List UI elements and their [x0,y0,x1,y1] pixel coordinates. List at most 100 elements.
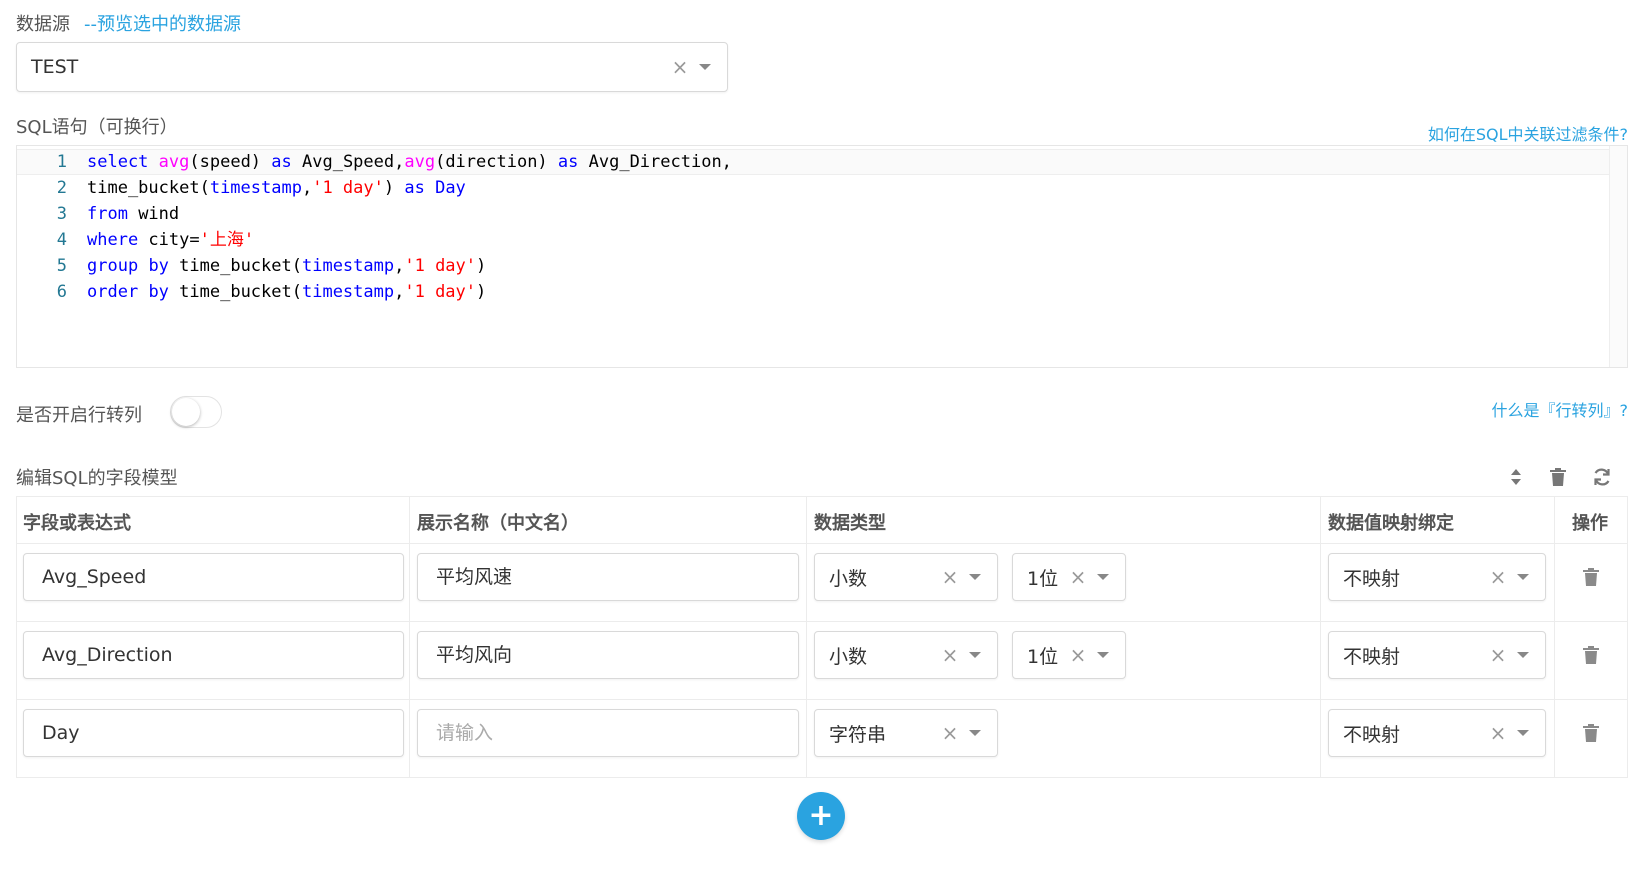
sql-filter-help-link[interactable]: 如何在SQL中关联过滤条件? [1428,121,1628,145]
code-line[interactable]: 6 order by time_bucket(timestamp,'1 day') [17,279,487,305]
sql-code-editor[interactable]: 1 select avg(speed) as Avg_Speed,avg(dire… [16,145,1628,368]
line-number: 5 [56,256,67,276]
display-name-input[interactable]: 平均风向 [417,631,799,679]
precision-select[interactable]: 1位 × [1012,631,1126,679]
code-token: city= [138,230,200,250]
line-number: 1 [56,152,67,172]
code-line[interactable]: 5 group by time_bucket(timestamp,'1 day') [17,253,487,279]
clear-icon[interactable]: × [1067,567,1089,587]
line-number: 6 [56,282,67,302]
chevron-down-icon[interactable] [1517,730,1529,736]
sql-label: SQL语句（可换行） [16,117,178,138]
code-token: time_bucket( [87,178,210,198]
sort-icon[interactable] [1504,465,1528,489]
code-token: timestamp [301,282,395,302]
clear-icon[interactable]: × [1487,645,1509,665]
code-line[interactable]: 4 where city='上海' [17,227,254,253]
code-token: Avg_Direction, [578,152,732,172]
delete-row-trash-icon[interactable] [1579,721,1603,745]
code-token: as [271,152,292,172]
sql-dataset-editor: 数据源 --预览选中的数据源 TEST × SQL语句（可换行） 如何在SQL中关… [0,0,1642,877]
pivot-help-link[interactable]: 什么是『行转列』? [1492,397,1629,421]
chevron-down-icon[interactable] [1517,574,1529,580]
clear-icon[interactable]: × [1487,723,1509,743]
data-type-select[interactable]: 小数 × [814,553,998,601]
chevron-down-icon[interactable] [969,574,981,580]
chevron-down-icon[interactable] [1097,574,1109,580]
chevron-down-icon[interactable] [969,652,981,658]
column-header-display-name: 展示名称（中文名） [417,513,579,534]
code-token: (speed) [189,152,272,172]
code-token: , [301,178,313,198]
code-token: as [404,178,425,198]
chevron-down-icon[interactable] [1517,652,1529,658]
add-field-button[interactable]: + [797,792,845,840]
datasource-label: 数据源 --预览选中的数据源 [16,14,241,35]
line-number: 3 [56,204,67,224]
code-token: Avg_Speed, [291,152,405,172]
chevron-down-icon[interactable] [699,64,711,70]
code-token: avg [158,152,190,172]
clear-icon[interactable]: × [669,57,691,77]
value-mapping-select[interactable]: 不映射 × [1328,631,1546,679]
code-line[interactable]: 2 time_bucket(timestamp,'1 day') as Day [17,175,466,201]
code-token: '1 day' [404,256,477,276]
code-token: timestamp [209,178,302,198]
toggle-knob [172,398,200,426]
value-mapping-select[interactable]: 不映射 × [1328,709,1546,757]
code-token: as [557,152,579,172]
column-divider [409,496,410,778]
code-token: by [148,282,169,302]
field-expression-input[interactable]: Avg_Direction [23,631,404,679]
display-name-input[interactable]: 平均风速 [417,553,799,601]
column-divider [806,496,807,778]
column-divider [1554,496,1555,778]
column-divider [16,496,17,778]
column-divider [1627,496,1628,778]
delete-row-trash-icon[interactable] [1579,643,1603,667]
clear-icon[interactable]: × [1067,645,1089,665]
code-token: , [394,256,405,276]
column-header-actions: 操作 [1572,513,1608,534]
pivot-toggle[interactable] [170,396,222,428]
display-name-input[interactable]: 请输入 [417,709,799,757]
code-token: ) [383,178,405,198]
line-number: 2 [56,178,67,198]
field-model-label: 编辑SQL的字段模型 [16,468,178,489]
code-token: time_bucket( [168,256,302,276]
code-token: , [394,282,405,302]
code-token: by [148,256,169,276]
clear-icon[interactable]: × [939,723,961,743]
column-header-field: 字段或表达式 [23,513,131,534]
delete-row-trash-icon[interactable] [1579,565,1603,589]
code-line[interactable]: 1 select avg(speed) as Avg_Speed,avg(dire… [17,149,732,175]
clear-icon[interactable]: × [1487,567,1509,587]
refresh-icon[interactable] [1590,465,1614,489]
field-expression-input[interactable]: Avg_Speed [23,553,404,601]
chevron-down-icon[interactable] [969,730,981,736]
code-token: avg [404,152,436,172]
data-type-select[interactable]: 字符串 × [814,709,998,757]
code-token: '1 day' [312,178,384,198]
clear-icon[interactable]: × [939,567,961,587]
data-type-select[interactable]: 小数 × [814,631,998,679]
code-line[interactable]: 3 from wind [17,201,179,227]
trash-icon[interactable] [1546,465,1570,489]
code-token: order [87,282,139,302]
value-mapping-select[interactable]: 不映射 × [1328,553,1546,601]
precision-select[interactable]: 1位 × [1012,553,1126,601]
editor-scrollbar[interactable] [1609,146,1627,367]
code-token: ) [476,282,487,302]
field-expression-input[interactable]: Day [23,709,404,757]
column-header-value-mapping: 数据值映射绑定 [1328,513,1454,534]
code-token: select [87,152,149,172]
clear-icon[interactable]: × [939,645,961,665]
chevron-down-icon[interactable] [1097,652,1109,658]
code-token: timestamp [301,256,395,276]
datasource-select[interactable]: TEST × [16,42,728,92]
code-token: time_bucket( [168,282,302,302]
